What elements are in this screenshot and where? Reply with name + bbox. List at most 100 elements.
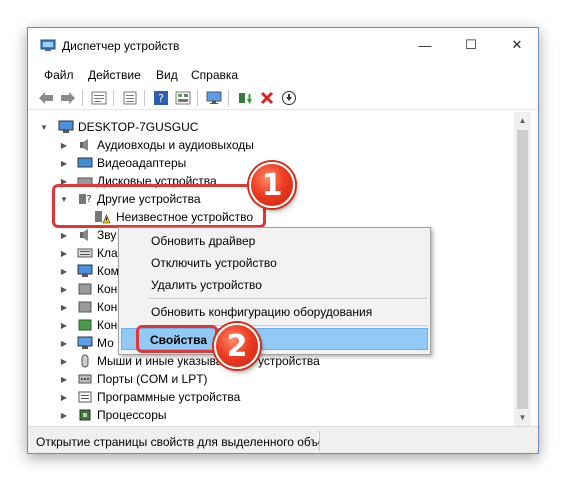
uninstall-button[interactable]	[257, 88, 277, 108]
menu-bar: Файл Действие Вид Справка	[28, 64, 538, 86]
menu-view[interactable]: Вид	[156, 68, 178, 82]
disable-button[interactable]	[279, 88, 299, 108]
expand-icon[interactable]: ▶	[59, 320, 69, 330]
scan-hardware-button[interactable]	[204, 88, 224, 108]
expand-icon[interactable]: ▶	[59, 374, 69, 384]
menu-file[interactable]: Файл	[44, 68, 74, 82]
expand-icon[interactable]: ▶	[59, 338, 69, 348]
menu-item-label: Отключить устройство	[151, 256, 277, 270]
menu-scan-hardware[interactable]: Обновить конфигурацию оборудования	[121, 301, 428, 323]
minimize-button[interactable]: —	[402, 28, 448, 62]
vertical-scrollbar[interactable]: ▲ ▼	[514, 112, 531, 426]
forward-arrow-icon	[61, 92, 75, 104]
device-manager-icon	[40, 39, 56, 51]
monitor-icon	[77, 336, 93, 349]
help-button[interactable]: ?	[151, 88, 171, 108]
update-driver-button[interactable]	[235, 88, 255, 108]
tree-item-audio[interactable]: ▶ Аудиовходы и аудиовыходы	[28, 136, 508, 154]
scroll-thumb[interactable]	[517, 130, 528, 409]
download-icon	[282, 91, 296, 105]
expand-icon[interactable]: ▶	[59, 230, 69, 240]
tree-item-label: Кон	[97, 318, 118, 332]
expand-icon[interactable]: ▶	[59, 284, 69, 294]
keyboard-icon	[77, 248, 93, 258]
maximize-icon: ☐	[465, 37, 477, 52]
close-icon: ✕	[511, 37, 523, 52]
expand-icon[interactable]: ▶	[59, 266, 69, 276]
monitor-icon	[206, 91, 222, 104]
status-bar: Открытие страницы свойств для выделенног…	[28, 426, 538, 453]
expand-icon[interactable]: ▶	[59, 158, 69, 168]
highlight-box-properties	[136, 325, 218, 353]
menu-item-label: Удалить устройство	[151, 278, 262, 292]
tree-item-label: Кла	[97, 246, 118, 260]
tree-item-ports[interactable]: ▶ Порты (COM и LPT)	[28, 370, 508, 388]
expand-icon[interactable]: ▶	[59, 140, 69, 150]
display-adapter-icon	[77, 157, 93, 168]
sound-icon	[80, 229, 88, 241]
menu-update-driver[interactable]: Обновить драйвер	[121, 230, 428, 252]
expand-icon[interactable]: ▶	[59, 392, 69, 402]
computer-icon	[58, 120, 74, 133]
show-hidden-button[interactable]	[89, 88, 109, 108]
tree-item-processors[interactable]: ▶ Процессоры	[28, 406, 508, 424]
controller-icon	[78, 301, 92, 313]
menu-item-label: Обновить конфигурацию оборудования	[151, 305, 373, 319]
help-icon: ?	[154, 91, 168, 105]
port-icon	[78, 374, 92, 384]
software-device-icon	[78, 391, 92, 403]
computer-icon	[77, 264, 93, 277]
tree-item-label: Программные устройства	[97, 390, 241, 404]
svg-text:?: ?	[158, 92, 164, 105]
expand-icon[interactable]: ▶	[59, 248, 69, 258]
toolbar: ?	[28, 86, 538, 110]
tree-root-label: DESKTOP-7GUSGUC	[78, 120, 199, 134]
step-badge-1: 1	[249, 162, 295, 208]
tree-item-label: Кон	[97, 300, 118, 314]
back-arrow-icon	[39, 92, 53, 104]
tree-item-label: Кон	[97, 282, 118, 296]
tree-item-label: Мыши и иные указывающие устройства	[97, 354, 320, 368]
tree-item-label: Видеоадаптеры	[97, 156, 187, 170]
show-hidden-icon	[91, 91, 107, 105]
expand-icon[interactable]: ▶	[59, 410, 69, 420]
menu-item-label: Обновить драйвер	[151, 234, 256, 248]
back-button[interactable]	[36, 88, 56, 108]
expand-icon[interactable]: ▶	[59, 356, 69, 366]
menu-action[interactable]: Действие	[88, 68, 141, 82]
scroll-down-icon[interactable]: ▼	[514, 409, 531, 426]
tree-item-label: Зву	[97, 228, 117, 242]
menu-disable-device[interactable]: Отключить устройство	[121, 252, 428, 274]
menu-uninstall-device[interactable]: Удалить устройство	[121, 274, 428, 296]
network-controller-icon	[78, 319, 92, 331]
tree-item-software-devices[interactable]: ▶ Программные устройства	[28, 388, 508, 406]
view-button[interactable]	[173, 88, 193, 108]
status-text: Открытие страницы свойств для выделенног…	[36, 435, 319, 449]
properties-button[interactable]	[120, 88, 140, 108]
menu-help[interactable]: Справка	[191, 68, 238, 82]
view-icon	[175, 91, 191, 105]
collapse-icon[interactable]: ▼	[39, 122, 49, 132]
highlight-box-other-devices	[52, 184, 266, 228]
tree-item-label: Порты (COM и LPT)	[97, 372, 208, 386]
tree-item-label: Мо	[97, 336, 114, 350]
maximize-button[interactable]: ☐	[448, 28, 494, 62]
scroll-up-icon[interactable]: ▲	[514, 112, 531, 129]
uninstall-icon	[260, 91, 274, 105]
tree-item-label: Аудиовходы и аудиовыходы	[97, 138, 254, 152]
title-bar: Диспетчер устройств — ☐ ✕	[28, 28, 538, 62]
close-button[interactable]: ✕	[494, 28, 538, 62]
window-title: Диспетчер устройств	[62, 39, 180, 53]
mouse-icon	[81, 354, 89, 368]
properties-icon	[123, 91, 137, 105]
update-driver-icon	[239, 93, 252, 104]
controller-icon	[78, 283, 92, 295]
tree-item-label: Ком	[97, 264, 119, 278]
tree-item-label: Процессоры	[97, 408, 167, 422]
tree-root[interactable]: ▼ DESKTOP-7GUSGUC	[28, 118, 508, 136]
cpu-icon	[79, 409, 91, 421]
minimize-icon: —	[418, 37, 432, 53]
speaker-icon	[80, 139, 88, 151]
expand-icon[interactable]: ▶	[59, 302, 69, 312]
forward-button[interactable]	[58, 88, 78, 108]
